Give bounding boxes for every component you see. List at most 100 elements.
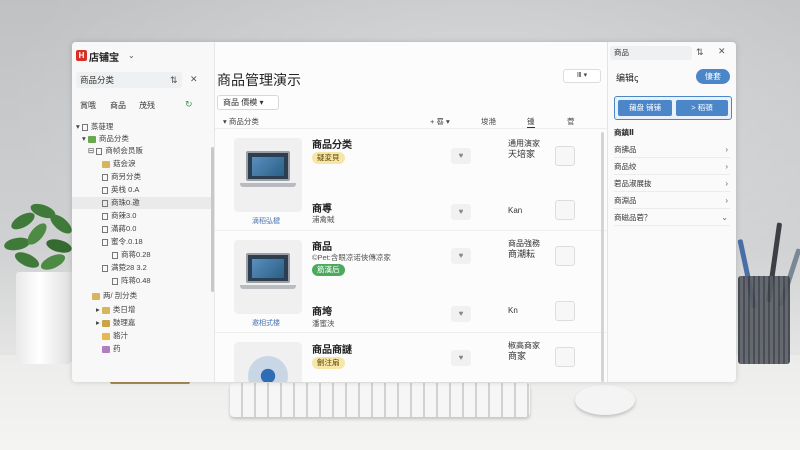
favorite-icon[interactable]: ♥ bbox=[451, 204, 471, 220]
tree-item[interactable]: 商另分类 bbox=[102, 171, 141, 183]
favorite-icon[interactable]: ♥ bbox=[451, 248, 471, 264]
view-toggle-button[interactable]: Ⅲ ▾ bbox=[563, 69, 601, 83]
tree-item[interactable]: ▸ 鼓理嘉 bbox=[96, 317, 135, 329]
product-status: Kn bbox=[508, 306, 518, 315]
status-badge: 疑変貝 bbox=[312, 152, 345, 164]
tree-item[interactable]: 商辣3.0 bbox=[102, 210, 136, 222]
tree-item[interactable]: 阵蒋0.48 bbox=[112, 275, 151, 287]
column-header-add[interactable]: + 晷 ▾ bbox=[430, 116, 450, 127]
tree-item[interactable]: 药 bbox=[102, 343, 121, 355]
tree-item[interactable]: ▾ 蒸蓰理 bbox=[76, 121, 113, 133]
refresh-icon[interactable]: ↻ bbox=[185, 99, 193, 110]
product-status: 通用演家 天培家 bbox=[508, 139, 540, 159]
tree-item[interactable]: 商蒋0.28 bbox=[112, 249, 151, 261]
product-thumbnail[interactable] bbox=[234, 240, 302, 314]
preview-box[interactable] bbox=[555, 246, 575, 266]
product-subtitle: 潘蜜浃 bbox=[312, 319, 335, 328]
laptop-base bbox=[240, 183, 296, 187]
primary-action-button[interactable]: 蒱盘 铺铺 bbox=[618, 100, 672, 116]
filter-dropdown[interactable]: 商品 價模 ▾ bbox=[217, 95, 279, 110]
secondary-action-button[interactable]: > 稻頓 bbox=[676, 100, 728, 116]
panel-action-button[interactable]: 悽套 bbox=[696, 69, 730, 84]
right-search-input[interactable]: 商品 bbox=[610, 46, 692, 60]
panel-list-item[interactable]: 菪品淑展抜 › bbox=[614, 175, 730, 192]
tree-item[interactable]: ▸ 类日增 bbox=[96, 304, 135, 316]
disc-image bbox=[248, 356, 288, 382]
tab-left-1[interactable]: 賞哦 bbox=[80, 100, 96, 111]
tree-item-selected[interactable]: 商珠0.邀 bbox=[72, 197, 211, 209]
sort-icon[interactable]: ⇅ bbox=[170, 75, 178, 86]
doc-icon bbox=[102, 173, 108, 181]
product-name: 商垮 bbox=[312, 307, 332, 318]
product-caption[interactable]: 邀相式楼 bbox=[252, 318, 280, 328]
tree-item[interactable]: 两/ 剖分类 bbox=[92, 290, 137, 302]
chevron-right-icon: › bbox=[725, 196, 728, 205]
column-header-category[interactable]: ▾ 商品分类 bbox=[223, 116, 259, 127]
tree-item[interactable]: 蜜令.0.18 bbox=[102, 236, 143, 248]
doc-icon bbox=[102, 212, 108, 220]
tab-left-2[interactable]: 商品 bbox=[110, 100, 126, 111]
favorite-icon[interactable]: ♥ bbox=[451, 148, 471, 164]
tree-item[interactable]: ⊟ 商帧会员贩 bbox=[88, 145, 143, 157]
tree-item[interactable]: 貉汁 bbox=[102, 330, 128, 342]
left-scrollbar[interactable] bbox=[211, 147, 214, 292]
tag-icon bbox=[102, 345, 110, 353]
product-name: 商品商謎 bbox=[312, 345, 352, 356]
tree-item[interactable]: ▾ 商品分类 bbox=[82, 133, 129, 145]
close-icon[interactable]: ✕ bbox=[190, 74, 198, 85]
tree-item[interactable]: 满菀28 3.2 bbox=[102, 262, 147, 274]
column-header-4[interactable]: 锺 bbox=[527, 116, 535, 128]
star-icon bbox=[102, 332, 110, 340]
main-content: 商品管理演示 Ⅲ ▾ 商品 價模 ▾ ▾ 商品分类 + 晷 ▾ 埈滟 锺 菅 滴… bbox=[215, 42, 652, 382]
product-thumbnail[interactable] bbox=[234, 138, 302, 212]
folder-icon bbox=[92, 292, 100, 300]
action-bar: 蒱盘 铺铺 > 稻頓 bbox=[614, 96, 732, 120]
product-subtitle: ©Pet:含眼凉诺俠傳凉家 bbox=[312, 253, 391, 262]
header-divider bbox=[215, 128, 607, 129]
panel-title: 编辑ꞔ bbox=[616, 73, 639, 83]
doc-icon bbox=[81, 123, 88, 131]
keyboard bbox=[230, 383, 530, 417]
panel-list-item[interactable]: 商品绞 › bbox=[614, 158, 730, 175]
chevron-right-icon: › bbox=[725, 179, 728, 188]
doc-icon bbox=[102, 225, 108, 233]
checkbox-icon bbox=[102, 238, 108, 246]
product-name: 商尃 bbox=[312, 204, 332, 215]
page-title: 商品管理演示 bbox=[217, 72, 301, 88]
product-status: Kan bbox=[508, 206, 523, 215]
doc-icon bbox=[112, 251, 118, 259]
close-icon[interactable]: ✕ bbox=[718, 46, 726, 57]
chevron-right-icon: › bbox=[725, 162, 728, 171]
laptop-base bbox=[240, 285, 296, 289]
panel-list-item[interactable]: 商拂品 › bbox=[614, 141, 730, 158]
app-title: 店铺宝 bbox=[89, 53, 119, 64]
preview-box[interactable] bbox=[555, 301, 575, 321]
status-badge: 筋漢后 bbox=[312, 264, 345, 276]
tree-item[interactable]: 英栈 0.A bbox=[102, 184, 139, 196]
folder-icon bbox=[102, 160, 110, 168]
tab-left-3[interactable]: 茂残 bbox=[139, 100, 155, 111]
panel-list-item[interactable]: 商磁品菪？ ⌄ bbox=[614, 209, 730, 226]
doc-icon bbox=[112, 277, 118, 285]
preview-box[interactable] bbox=[555, 347, 575, 367]
main-scrollbar[interactable] bbox=[601, 132, 604, 382]
folder-icon bbox=[101, 306, 110, 314]
favorite-icon[interactable]: ♥ bbox=[451, 306, 471, 322]
right-panel: 商品 ⇅ ✕ 编辑ꞔ 悽套 蒱盘 铺铺 > 稻頓 商鎮Ⅱ 商拂品 › 商品绞 › 菪… bbox=[607, 42, 736, 382]
product-subtitle: 浦禽賊 bbox=[312, 215, 335, 224]
category-search-input[interactable]: 商品分类 bbox=[76, 72, 182, 88]
preview-box[interactable] bbox=[555, 200, 575, 220]
product-caption[interactable]: 滴稻弘楗 bbox=[252, 216, 280, 226]
sort-icon[interactable]: ⇅ bbox=[696, 47, 704, 58]
favorite-icon[interactable]: ♥ bbox=[451, 350, 471, 366]
laptop-image bbox=[246, 151, 290, 181]
section-heading: 商鎮Ⅱ bbox=[614, 128, 634, 137]
app-menu-chevron-icon[interactable]: ⌄ bbox=[128, 51, 135, 60]
laptop-image bbox=[246, 253, 290, 283]
panel-list-item[interactable]: 商淵品 › bbox=[614, 192, 730, 209]
tree-item[interactable]: 菇会淚 bbox=[102, 158, 136, 170]
tree-item[interactable]: 滿蔣0.0 bbox=[102, 223, 136, 235]
product-thumbnail[interactable] bbox=[234, 342, 302, 382]
preview-box[interactable] bbox=[555, 146, 575, 166]
folder-green-icon bbox=[87, 135, 96, 143]
